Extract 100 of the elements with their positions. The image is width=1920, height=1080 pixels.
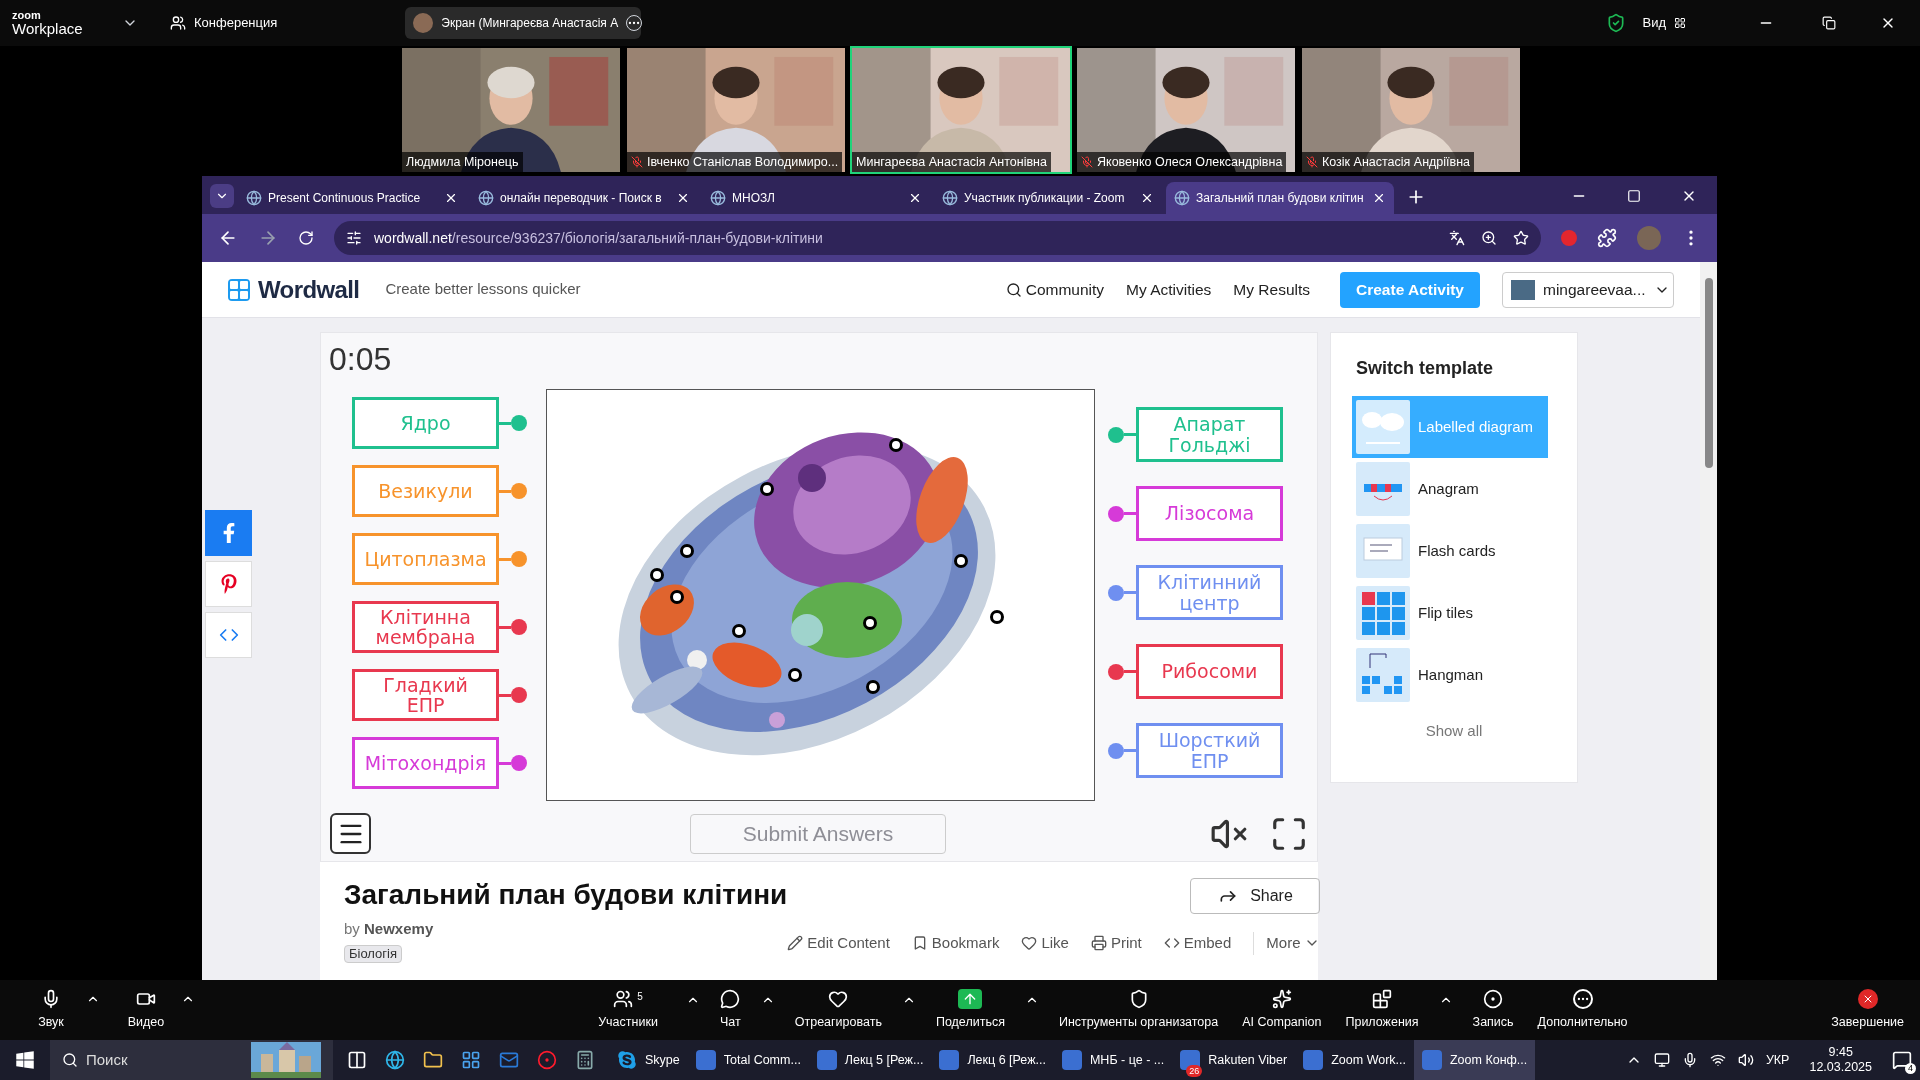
nav-link[interactable]: Community: [1005, 277, 1105, 302]
wordwall-logo[interactable]: Wordwall: [258, 271, 360, 308]
clock-date[interactable]: 12.03.2025: [1809, 1060, 1872, 1075]
pencil-icon: [787, 935, 804, 952]
toolbar-button[interactable]: Запись: [1468, 988, 1518, 1032]
menu-button[interactable]: [330, 813, 371, 854]
taskbar-app[interactable]: Лекц 5 [Реж...: [808, 1040, 932, 1080]
nav-link[interactable]: My Results: [1233, 277, 1310, 302]
folder-icon[interactable]: [423, 1050, 443, 1070]
browser-tab[interactable]: Загальний план будови клітин: [1166, 182, 1394, 214]
toolbar-button[interactable]: Поделиться: [931, 988, 1009, 1032]
taskbar-app[interactable]: Zoom Work...: [1295, 1040, 1414, 1080]
answer-label[interactable]: Рибосоми: [1136, 644, 1283, 699]
notification-badge: 26: [1186, 1065, 1203, 1077]
avatar-icon: [413, 13, 434, 33]
more-menu[interactable]: More: [1253, 932, 1321, 955]
network-icon[interactable]: [1709, 1052, 1726, 1068]
tab-search-button[interactable]: [210, 184, 234, 208]
notifications-icon[interactable]: [1892, 1050, 1912, 1070]
maximize-icon[interactable]: [1627, 189, 1641, 203]
template-item[interactable]: Anagram: [1352, 458, 1548, 520]
template-label: Flip tiles: [1418, 602, 1473, 623]
taskbar-app[interactable]: Лекц 6 [Реж...: [931, 1040, 1054, 1080]
template-item[interactable]: Flash cards: [1352, 520, 1548, 582]
restore-icon[interactable]: [1822, 16, 1836, 30]
taskbar-app[interactable]: Total Comm...: [687, 1040, 809, 1080]
close-tab-icon[interactable]: [908, 191, 922, 205]
screen-share-pill[interactable]: Экран (Мингареєва Анастасія А: [405, 7, 642, 39]
meeting-menu[interactable]: Конференция: [170, 13, 278, 33]
toolbar-button[interactable]: Приложения: [1341, 988, 1423, 1032]
user-menu[interactable]: mingareevaa...: [1502, 271, 1674, 308]
toolbar-button[interactable]: AI Companion: [1238, 988, 1326, 1032]
toolbar-button[interactable]: Отреагировать: [790, 988, 886, 1032]
answer-label[interactable]: Лізосома: [1136, 486, 1283, 541]
pinterest-share-button[interactable]: [205, 561, 252, 607]
volume-icon[interactable]: [1737, 1052, 1754, 1068]
browser-tab[interactable]: онлайн переводчик - Поиск в: [470, 182, 698, 214]
end-meeting-button[interactable]: Завершение: [1831, 988, 1904, 1032]
windows-logo-icon[interactable]: [15, 1050, 35, 1070]
facebook-share-button[interactable]: [205, 510, 252, 556]
browser-tab[interactable]: Участник публикации - Zoom: [934, 182, 1162, 214]
close-tab-icon[interactable]: [444, 191, 458, 205]
toolbar-button[interactable]: Инструменты организатора: [1054, 988, 1223, 1032]
activity-action[interactable]: Edit Content: [787, 932, 890, 955]
participant-tile[interactable]: Людмила Міронець: [400, 46, 622, 174]
star-icon[interactable]: [1513, 230, 1529, 246]
participant-tile[interactable]: Івченко Станіслав Володимиро...: [625, 46, 847, 174]
site-settings-icon[interactable]: [346, 230, 362, 246]
toolbar-button[interactable]: 5 Участники: [586, 988, 670, 1032]
category-tag[interactable]: Біологія: [344, 944, 402, 963]
browser-tab[interactable]: МНОЗЛ: [702, 182, 930, 214]
template-label: Flash cards: [1418, 540, 1496, 561]
answer-label[interactable]: Мітохондрія: [352, 737, 499, 789]
store-icon[interactable]: [461, 1050, 481, 1070]
toolbar-button[interactable]: Чат: [716, 988, 745, 1032]
activity-action[interactable]: Print: [1090, 932, 1142, 955]
map-thumbnail: [1356, 400, 1410, 454]
mail-icon[interactable]: [499, 1050, 519, 1070]
participant-tile[interactable]: Козік Анастасія Андріївна: [1300, 46, 1522, 174]
activity-action[interactable]: Like: [1021, 932, 1069, 955]
shield-check-icon: [1606, 13, 1627, 33]
share-button[interactable]: Share: [1190, 878, 1321, 914]
zoom-icon[interactable]: [1481, 230, 1497, 246]
notification-count: 4: [1905, 1063, 1916, 1074]
toolbar-button[interactable]: Видео: [111, 988, 181, 1032]
task-view-icon[interactable]: [347, 1050, 367, 1070]
browser-tab[interactable]: Present Continuous Practice: [238, 182, 466, 214]
clock-time[interactable]: 9:45: [1828, 1045, 1853, 1060]
participant-tile[interactable]: Мингареєва Анастасія Антонівна: [850, 46, 1072, 174]
close-tab-icon[interactable]: [1140, 191, 1154, 205]
template-item[interactable]: Hangman: [1352, 644, 1548, 706]
close-tab-icon[interactable]: [676, 191, 690, 205]
participant-tile[interactable]: Яковенко Олеся Олександрівна: [1075, 46, 1297, 174]
translate-icon[interactable]: [1449, 230, 1465, 246]
close-tab-icon[interactable]: [1372, 191, 1386, 205]
search-icon: [62, 1052, 78, 1068]
reload-icon[interactable]: [298, 230, 314, 246]
activity-action[interactable]: Bookmark: [911, 932, 1000, 955]
taskbar-app[interactable]: МНБ - це - ...: [1053, 1040, 1173, 1080]
display-icon[interactable]: [1653, 1052, 1670, 1068]
extensions-icon[interactable]: [1597, 228, 1617, 248]
participant-name: Мингареєва Анастасія Антонівна: [856, 153, 1047, 171]
toolbar-button[interactable]: Звук: [16, 988, 86, 1032]
taskbar-app[interactable]: Skype: [609, 1040, 688, 1080]
answer-label[interactable]: Гладкий ЕПР: [352, 669, 499, 721]
answer-label[interactable]: Клітинна мембрана: [352, 601, 499, 653]
taskbar-app[interactable]: Zoom Конф...: [1414, 1040, 1536, 1080]
language-indicator[interactable]: УКР: [1765, 1050, 1790, 1070]
activity-action[interactable]: Embed: [1163, 932, 1232, 955]
nav-link[interactable]: My Activities: [1126, 277, 1212, 302]
show-all-link[interactable]: Show all: [1425, 720, 1483, 743]
taskbar-app[interactable]: Rakuten Viber 26: [1172, 1040, 1296, 1080]
view-button[interactable]: Вид: [1642, 13, 1686, 33]
app-icon: [1422, 1050, 1442, 1070]
taskbar-search-field[interactable]: Поиск: [50, 1040, 333, 1080]
address-bar[interactable]: wordwall.net/resource/936237/біологія/загальний-план-будови-клітини: [334, 221, 1541, 255]
record-icon: [1483, 988, 1504, 1009]
toolbar-button[interactable]: Дополнительно: [1533, 988, 1632, 1032]
calculator-icon[interactable]: [575, 1050, 595, 1070]
template-item[interactable]: Flip tiles: [1352, 582, 1548, 644]
